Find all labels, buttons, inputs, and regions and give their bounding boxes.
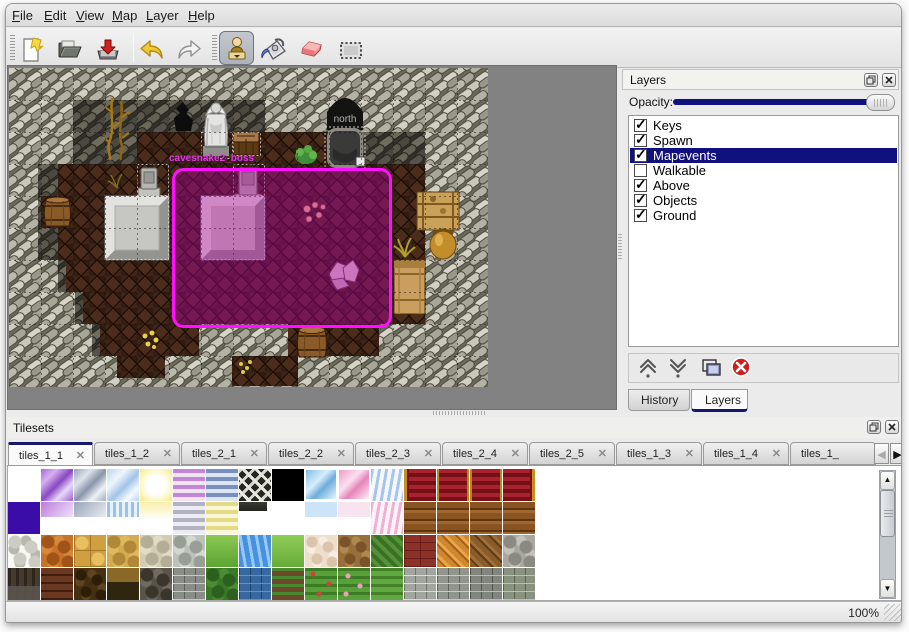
svg-text:north: north <box>334 114 357 125</box>
svg-text:cavesnake2_boss: cavesnake2_boss <box>169 153 255 164</box>
